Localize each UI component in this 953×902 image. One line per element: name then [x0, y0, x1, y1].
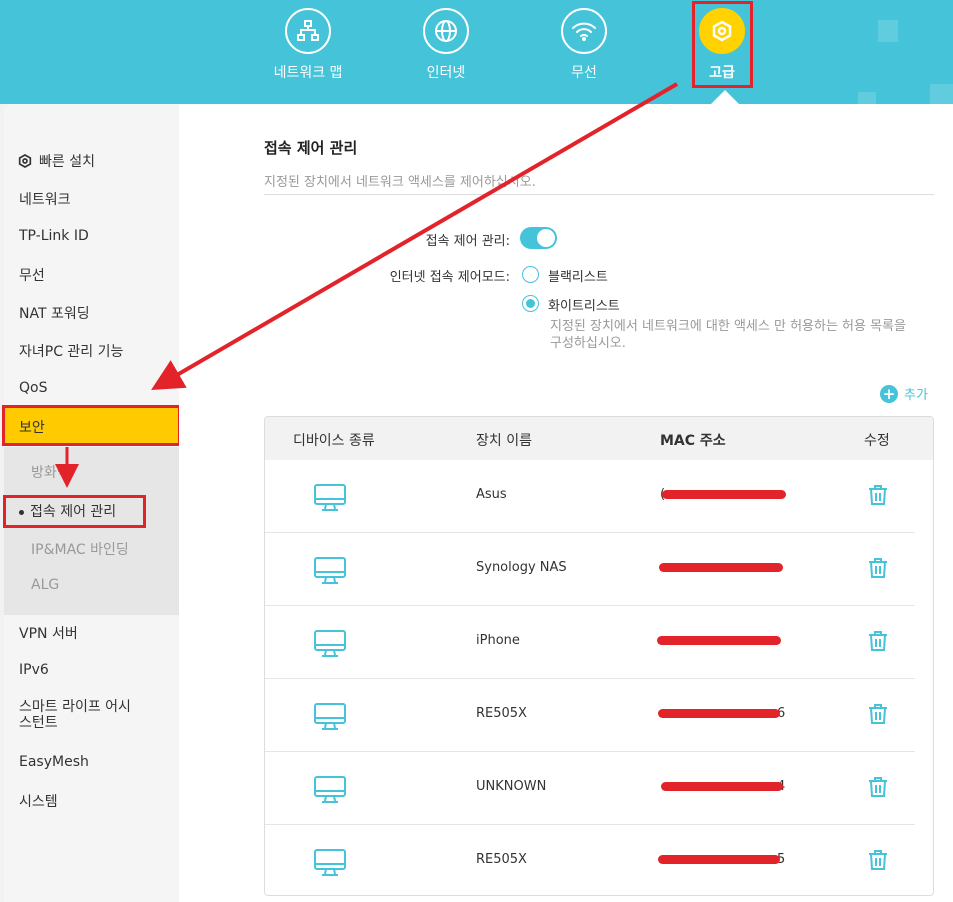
sidebar-sub-alg[interactable]: ALG — [31, 577, 59, 593]
sidebar-item-wireless[interactable]: 무선 — [19, 265, 45, 285]
whitelist-radio[interactable] — [522, 295, 539, 312]
toggle-knob — [537, 229, 555, 247]
delete-icon[interactable] — [868, 776, 888, 802]
table-row: iPhone — [265, 606, 915, 679]
add-button[interactable]: + 추가 — [880, 384, 928, 403]
device-name: iPhone — [476, 633, 520, 648]
desktop-icon — [313, 556, 347, 590]
device-name: Synology NAS — [476, 560, 567, 575]
delete-icon[interactable] — [868, 484, 888, 510]
redaction-mark — [658, 855, 780, 864]
column-header: 장치 이름 — [476, 433, 532, 449]
redaction-mark — [661, 782, 783, 791]
sidebar: 빠른 설치 네트워크 TP-Link ID 무선 NAT 포워딩 자녀PC 관리… — [0, 104, 181, 902]
plus-icon: + — [880, 384, 898, 403]
device-name: Asus — [476, 487, 507, 502]
redaction-mark — [659, 563, 783, 572]
desktop-icon — [313, 775, 347, 809]
sidebar-item-label: 빠른 설치 — [39, 154, 95, 170]
delete-icon[interactable] — [868, 703, 888, 729]
device-name: UNKNOWN — [476, 779, 547, 794]
sidebar-item-ipv6[interactable]: IPv6 — [19, 662, 49, 678]
globe-icon — [423, 8, 469, 54]
device-name: RE505X — [476, 852, 527, 867]
sidebar-item-nat[interactable]: NAT 포워딩 — [19, 303, 90, 323]
sidebar-sub-ip-mac-binding[interactable]: IP&MAC 바인딩 — [31, 539, 129, 559]
nav-label: 네트워크 맵 — [273, 65, 343, 81]
sidebar-item-quick-setup[interactable]: 빠른 설치 — [17, 151, 95, 171]
network-map-icon — [285, 8, 331, 54]
redaction-mark — [662, 490, 786, 499]
table-row: Asus ( — [265, 460, 915, 533]
sidebar-item-network[interactable]: 네트워크 — [19, 189, 71, 209]
device-name: RE505X — [476, 706, 527, 721]
page-title: 접속 제어 관리 — [264, 139, 358, 157]
sidebar-item-label: 보안 — [19, 420, 45, 436]
delete-icon[interactable] — [868, 849, 888, 875]
delete-icon[interactable] — [868, 630, 888, 656]
desktop-icon — [313, 702, 347, 736]
table-row: RE505X 6 — [265, 679, 915, 752]
sidebar-item-smart-life[interactable]: 스마트 라이프 어시 스턴트 — [19, 699, 131, 731]
wifi-icon — [561, 8, 607, 54]
nav-internet[interactable]: 인터넷 — [391, 8, 501, 82]
decoration — [878, 20, 898, 42]
decoration — [930, 84, 953, 104]
redaction-mark — [658, 709, 780, 718]
main-content: 접속 제어 관리 지정된 장치에서 네트워크 액세스를 제어하십시오. 접속 제… — [179, 104, 953, 902]
desktop-icon — [313, 483, 347, 517]
column-header: MAC 주소 — [660, 433, 726, 449]
sidebar-item-parental[interactable]: 자녀PC 관리 기능 — [19, 341, 123, 361]
sidebar-item-easymesh[interactable]: EasyMesh — [19, 754, 89, 770]
annotation-highlight-box — [3, 495, 146, 528]
nav-wireless[interactable]: 무선 — [529, 8, 639, 82]
desktop-icon — [313, 629, 347, 663]
blacklist-radio[interactable] — [522, 266, 539, 283]
decoration — [858, 92, 876, 104]
access-mode-label: 인터넷 접속 제어모드: — [389, 270, 510, 285]
column-header: 디바이스 종류 — [293, 433, 375, 449]
add-label: 추가 — [904, 388, 928, 403]
blacklist-label: 블랙리스트 — [548, 270, 608, 285]
table-row: Synology NAS — [265, 533, 915, 606]
nav-label: 무선 — [571, 65, 597, 81]
nav-network-map[interactable]: 네트워크 맵 — [253, 8, 363, 82]
sidebar-item-qos[interactable]: QoS — [19, 380, 47, 396]
redaction-mark — [657, 636, 781, 645]
sidebar-item-security[interactable]: 보안 — [2, 405, 181, 446]
table-header: 디바이스 종류 장치 이름 MAC 주소 수정 — [265, 417, 933, 460]
page-subtitle: 지정된 장치에서 네트워크 액세스를 제어하십시오. — [264, 175, 536, 190]
divider — [264, 194, 934, 195]
sidebar-item-system[interactable]: 시스템 — [19, 791, 58, 811]
table-row: RE505X 5 — [265, 825, 915, 895]
desktop-icon — [313, 848, 347, 882]
table-row: UNKNOWN 4 — [265, 752, 915, 825]
device-table: 디바이스 종류 장치 이름 MAC 주소 수정 Asus ( Synology … — [264, 416, 934, 896]
sidebar-item-tplink-id[interactable]: TP-Link ID — [19, 228, 89, 244]
quick-setup-icon — [18, 154, 32, 168]
access-control-toggle[interactable] — [520, 227, 557, 249]
sidebar-sub-firewall[interactable]: 방화벽 — [31, 462, 70, 482]
annotation-highlight-box — [692, 1, 753, 88]
whitelist-help-text: 지정된 장치에서 네트워크에 대한 액세스 만 허용하는 허용 목록을 구성하십… — [550, 319, 906, 351]
sidebar-item-vpn[interactable]: VPN 서버 — [19, 623, 78, 643]
nav-label: 인터넷 — [426, 65, 466, 81]
access-control-label: 접속 제어 관리: — [425, 234, 510, 249]
whitelist-label: 화이트리스트 — [548, 299, 620, 314]
top-navigation-bar: 네트워크 맵 인터넷 무선 고급 — [0, 0, 953, 104]
active-nav-caret — [711, 90, 739, 104]
delete-icon[interactable] — [868, 557, 888, 583]
column-header: 수정 — [864, 433, 890, 449]
